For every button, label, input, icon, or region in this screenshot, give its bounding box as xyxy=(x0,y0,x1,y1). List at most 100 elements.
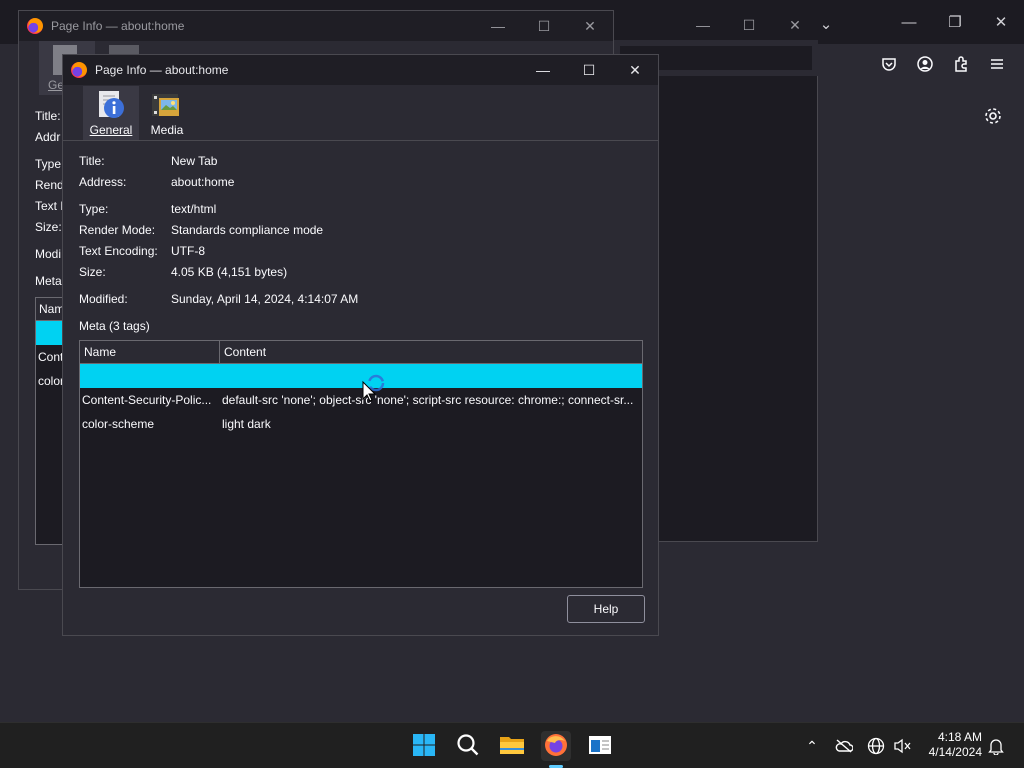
field-value: text/html xyxy=(171,202,217,216)
onedrive-icon[interactable] xyxy=(834,736,854,756)
field-label: Title: xyxy=(79,154,105,168)
field-value: Standards compliance mode xyxy=(171,223,324,237)
date: 4/14/2024 xyxy=(928,745,982,759)
table-row[interactable]: Content-Security-Polic... default-src 'n… xyxy=(80,388,642,412)
tab-list-chevron[interactable]: ⌄ xyxy=(818,4,834,44)
account-icon[interactable] xyxy=(910,49,940,79)
firefox-icon xyxy=(71,62,87,78)
label: Modi xyxy=(35,247,62,261)
field-label: Modified: xyxy=(79,292,128,306)
field-value: New Tab xyxy=(171,154,218,168)
cell-name: color-scheme xyxy=(82,417,155,431)
show-hidden-icons-button[interactable]: ⌃ xyxy=(802,736,822,756)
tab-media[interactable]: Media xyxy=(139,86,195,140)
dialog-title: Page Info — about:home xyxy=(51,19,185,33)
notifications-icon[interactable] xyxy=(986,736,1006,756)
tab-label: General xyxy=(89,123,133,137)
label: Meta xyxy=(35,274,62,288)
meta-table[interactable]: Name Content Content-Security-Polic... d… xyxy=(79,340,643,588)
table-row-selected[interactable] xyxy=(80,364,642,388)
info-icon xyxy=(96,90,126,123)
column-header: Nam xyxy=(36,298,65,321)
close-icon: ✕ xyxy=(629,61,641,78)
column-header-name[interactable]: Name xyxy=(80,341,220,363)
minimize-button[interactable]: — xyxy=(520,55,566,85)
extensions-icon[interactable] xyxy=(946,49,976,79)
label: Rend xyxy=(35,178,64,192)
minimize-icon[interactable]: — xyxy=(475,11,521,41)
pocket-icon[interactable] xyxy=(874,49,904,79)
page-info-tabs: General Media xyxy=(63,85,658,141)
label: Title: xyxy=(35,109,61,123)
minimize-icon[interactable]: — xyxy=(886,2,932,42)
start-button[interactable] xyxy=(409,731,439,761)
field-text-encoding: Text Encoding: UTF-8 xyxy=(79,244,205,258)
selected-row[interactable] xyxy=(36,321,65,345)
file-explorer-button[interactable] xyxy=(497,731,527,761)
media-icon xyxy=(151,90,183,123)
close-icon[interactable]: ✕ xyxy=(567,11,613,41)
mouse-cursor xyxy=(362,374,388,407)
field-value: about:home xyxy=(171,175,235,189)
cell-content: light dark xyxy=(222,417,271,431)
minimize-icon: — xyxy=(536,62,550,78)
maximize-icon[interactable]: ☐ xyxy=(521,11,567,41)
field-label: Address: xyxy=(79,175,127,189)
field-value: Sunday, April 14, 2024, 4:14:07 AM xyxy=(171,292,359,306)
meta-table-header: Name Content xyxy=(80,341,642,364)
clock[interactable]: 4:18 AM 4/14/2024 xyxy=(916,730,982,760)
field-title: Title: New Tab xyxy=(79,154,217,168)
folder-icon xyxy=(499,734,525,759)
dialog-title: Page Info — about:home xyxy=(95,63,229,77)
field-label: Render Mode: xyxy=(79,223,156,237)
background-window-controls: — ☐ ✕ xyxy=(680,10,818,40)
field-size: Size: 4.05 KB (4,151 bytes) xyxy=(79,265,287,279)
menu-icon[interactable] xyxy=(982,49,1012,79)
app-taskbar-button[interactable] xyxy=(585,731,615,761)
tab-label: Media xyxy=(150,123,184,137)
back-meta-table: Nam Cont color xyxy=(35,297,65,545)
field-label: Text Encoding: xyxy=(79,244,158,258)
chevron-up-icon: ⌃ xyxy=(806,737,818,754)
window-app-icon xyxy=(588,735,612,758)
field-address: Address: about:home xyxy=(79,175,234,189)
restore-icon[interactable]: ❐ xyxy=(932,2,978,42)
close-icon[interactable]: ✕ xyxy=(978,2,1024,42)
meta-heading: Meta (3 tags) xyxy=(79,319,150,333)
network-icon[interactable] xyxy=(866,736,886,756)
table-row[interactable]: color xyxy=(36,369,65,393)
titlebar-back: Page Info — about:home — ☐ ✕ xyxy=(19,11,613,41)
label: Size: xyxy=(35,220,62,234)
label: Addr xyxy=(35,130,61,144)
field-type: Type: text/html xyxy=(79,202,216,216)
cell-name: Content-Security-Polic... xyxy=(82,393,212,407)
table-row[interactable]: Cont xyxy=(36,345,65,369)
chevron-down-icon: ⌄ xyxy=(819,16,833,33)
minimize-icon[interactable]: — xyxy=(680,10,726,40)
field-label: Type: xyxy=(79,202,109,216)
close-icon[interactable]: ✕ xyxy=(772,10,818,40)
field-value: UTF-8 xyxy=(171,244,205,258)
browser-window-controls: — ❐ ✕ xyxy=(886,2,1024,42)
time: 4:18 AM xyxy=(937,730,982,744)
volume-muted-icon[interactable] xyxy=(892,736,912,756)
close-button[interactable]: ✕ xyxy=(612,55,658,85)
firefox-icon xyxy=(544,733,568,760)
maximize-icon[interactable]: ☐ xyxy=(726,10,772,40)
field-render-mode: Render Mode: Standards compliance mode xyxy=(79,223,323,237)
tab-general[interactable]: General xyxy=(83,86,139,140)
column-header-content[interactable]: Content xyxy=(220,341,642,363)
firefox-taskbar-button[interactable] xyxy=(541,731,571,761)
help-button[interactable]: Help xyxy=(567,595,645,623)
cell-content: default-src 'none'; object-src 'none'; s… xyxy=(222,393,634,407)
field-modified: Modified: Sunday, April 14, 2024, 4:14:07… xyxy=(79,292,358,306)
search-button[interactable] xyxy=(453,731,483,761)
firefox-icon xyxy=(27,18,43,34)
dialog-titlebar: Page Info — about:home — ☐ ✕ xyxy=(63,55,658,85)
page-info-dialog: Page Info — about:home — ☐ ✕ General Med… xyxy=(62,54,659,636)
maximize-button[interactable]: ☐ xyxy=(566,55,612,85)
table-row[interactable]: color-scheme light dark xyxy=(80,412,642,436)
browser-toolbar-icons xyxy=(874,49,1012,79)
search-icon xyxy=(456,733,480,760)
settings-gear-icon[interactable] xyxy=(982,105,1004,130)
